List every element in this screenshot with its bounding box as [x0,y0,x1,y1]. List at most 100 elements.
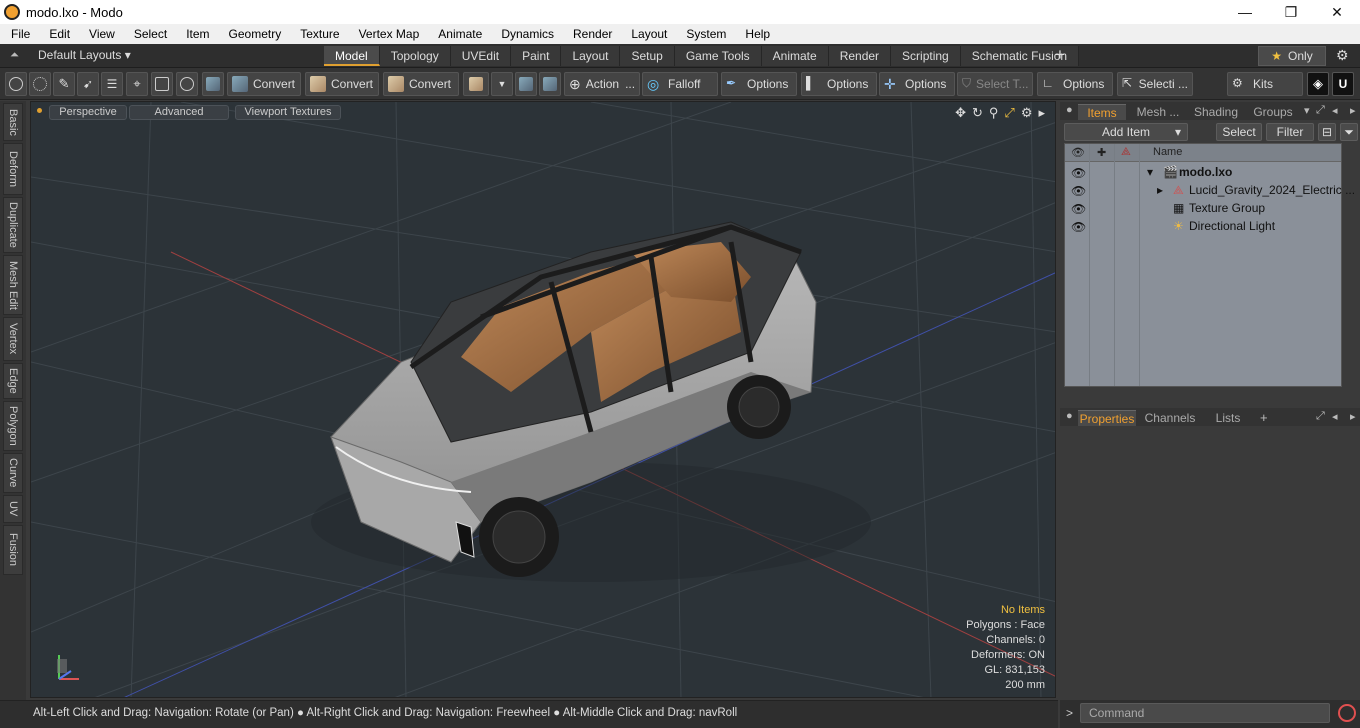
pivot-mode-button[interactable]: ⌖ [126,72,148,96]
edges-mode-button[interactable] [29,72,51,96]
name-column-header[interactable]: Name [1153,146,1182,158]
tab-groups[interactable]: Groups [1246,104,1300,120]
menu-layout[interactable]: Layout [620,27,675,41]
list-item[interactable]: 👁 ☀ Directional Light [1065,217,1341,235]
tabs-dropdown-icon[interactable]: ▾ [1304,104,1310,117]
unity-button[interactable]: ◈ [1307,72,1329,96]
list-item[interactable]: 👁 ▸ ⟁ Lucid_Gravity_2024_Electric ... [1065,181,1355,199]
tab-mesh[interactable]: Mesh ... [1130,104,1186,120]
command-input[interactable]: Command [1080,703,1330,723]
list-item[interactable]: 👁 ▾ 🎬 modo.lxo [1065,163,1341,181]
select-button[interactable]: Select [1216,123,1262,141]
only-toggle[interactable]: ★ Only [1258,46,1326,66]
add-tab-button[interactable]: + [1260,410,1268,425]
shield-mode-button[interactable] [202,72,224,96]
kits-button[interactable]: ⚙ Kits [1227,72,1303,96]
unreal-button[interactable]: U [1332,72,1354,96]
move-view-icon[interactable]: ✥ [955,105,966,121]
maximize-button[interactable]: ❐ [1268,0,1314,24]
close-button[interactable]: ✕ [1314,0,1360,24]
polygons-mode-button[interactable]: ✎ [53,72,75,96]
3d-viewport[interactable]: Perspective Advanced Viewport Textures ✥… [30,101,1056,698]
minimize-button[interactable]: — [1222,0,1268,24]
viewport-expand-icon[interactable]: ▸ [1038,105,1045,121]
eye-icon[interactable]: 👁 [1071,220,1086,234]
convert-button-1[interactable]: Convert [227,72,301,96]
panel-next-icon[interactable]: ▸ [1350,410,1356,423]
tab-animate[interactable]: Animate [761,46,829,66]
tab-channels[interactable]: Channels [1142,410,1198,426]
items-mode-button[interactable]: ➹ [77,72,99,96]
tab-layout[interactable]: Layout [561,46,621,66]
tab-curve[interactable]: Curve [3,453,23,493]
expand-panel-icon[interactable]: ⤢ [1316,104,1325,117]
expand-arrow-icon[interactable]: ▾ [1147,165,1153,179]
tab-mesh-edit[interactable]: Mesh Edit [3,255,23,315]
viewport-settings-icon[interactable]: ⚙ [1021,105,1033,121]
options-button-3[interactable]: ✛ Options [879,72,955,96]
default-layouts-dropdown[interactable]: Default Layouts ▾ [38,48,131,62]
menu-vertex-map[interactable]: Vertex Map [348,27,428,41]
tab-vertex[interactable]: Vertex [3,317,23,361]
layout-collapse-icon[interactable]: ⏶ [10,49,19,62]
materials-mode-button[interactable]: ☰ [101,72,123,96]
add-item-button[interactable]: Add Item ▾ [1064,123,1188,141]
menu-file[interactable]: File [0,27,38,41]
menu-item[interactable]: Item [175,27,217,41]
select-through-button[interactable]: ⛉ Select T... [957,72,1033,96]
tab-scripting[interactable]: Scripting [891,46,961,66]
tab-uv[interactable]: UV [3,495,23,523]
convert-button-3[interactable]: Convert [383,72,459,96]
menu-animate[interactable]: Animate [427,27,490,41]
zoom-view-icon[interactable]: ⚲ [989,105,999,121]
tab-duplicate[interactable]: Duplicate [3,197,23,253]
falloff-mode-button[interactable] [176,72,198,96]
symmetry-button[interactable] [515,72,537,96]
tab-topology[interactable]: Topology [379,46,451,66]
list-item[interactable]: 👁 ▦ Texture Group [1065,199,1341,217]
falloff-button[interactable]: ◎ Falloff [642,72,718,96]
selection-button[interactable]: ⇱ Selecti ... [1117,72,1193,96]
menu-help[interactable]: Help [734,27,778,41]
panel-next-icon[interactable]: ▸ [1350,104,1356,117]
menu-view[interactable]: View [78,27,123,41]
tab-properties[interactable]: Properties [1078,410,1136,426]
eye-icon[interactable]: 👁 [1071,166,1086,180]
tab-paint[interactable]: Paint [511,46,562,66]
tab-game-tools[interactable]: Game Tools [674,46,762,66]
menu-geometry[interactable]: Geometry [218,27,290,41]
eye-icon[interactable]: 👁 [1071,184,1086,198]
tab-deform[interactable]: Deform [3,143,23,195]
gear-icon[interactable]: ⚙ [1336,47,1349,64]
menu-edit[interactable]: Edit [38,27,78,41]
tab-setup[interactable]: Setup [620,46,675,66]
perspective-button[interactable]: Perspective [49,105,127,120]
convert-button-2[interactable]: Convert [305,72,379,96]
center-mode-button[interactable] [151,72,173,96]
menu-render[interactable]: Render [562,27,620,41]
eye-icon[interactable]: 👁 [1071,202,1086,216]
menu-select[interactable]: Select [123,27,175,41]
filter-button[interactable]: Filter [1266,123,1314,141]
tab-lists[interactable]: Lists [1204,410,1252,426]
options-button-4[interactable]: ∟ Options [1037,72,1113,96]
panel-prev-icon[interactable]: ◂ [1332,104,1338,117]
options-button-2[interactable]: ▌ Options [801,72,877,96]
options-button-1[interactable]: ✒ Options [721,72,797,96]
collapse-list-button[interactable]: ⊟ [1318,123,1336,141]
tab-model[interactable]: Model [324,46,380,66]
tab-render[interactable]: Render [828,46,892,66]
rotate-view-icon[interactable]: ↻ [972,105,983,121]
tab-uvedit[interactable]: UVEdit [450,46,512,66]
funnel-icon[interactable]: ⏷ [1340,123,1358,141]
maximize-view-icon[interactable]: ⤢ [1004,105,1014,121]
panel-dot-icon[interactable]: ● [1066,104,1073,116]
viewport-textures-button[interactable]: Viewport Textures [235,105,341,120]
panel-prev-icon[interactable]: ◂ [1332,410,1338,423]
tab-edge[interactable]: Edge [3,363,23,399]
panel-dot-icon[interactable]: ● [1066,410,1073,422]
snapping-button[interactable] [539,72,561,96]
expand-panel-icon[interactable]: ⤢ [1316,410,1325,423]
action-center-button[interactable]: ⊕ Action... [564,72,640,96]
advanced-button[interactable]: Advanced [129,105,229,120]
